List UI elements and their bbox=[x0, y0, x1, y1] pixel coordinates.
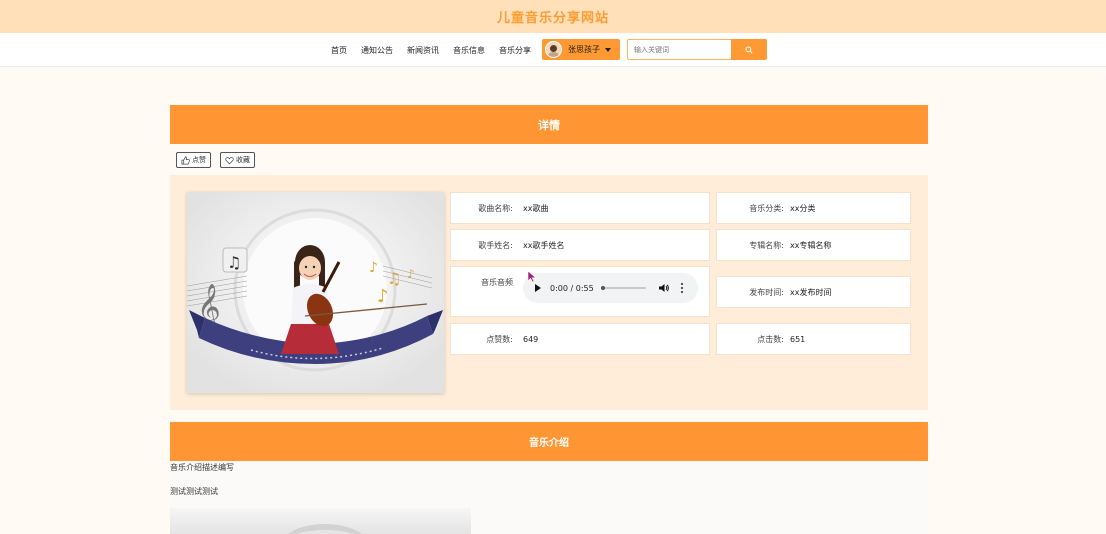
field-song-name: 歌曲名称: xx歌曲 bbox=[450, 192, 710, 224]
field-label: 歌曲名称: bbox=[478, 203, 513, 213]
caret-down-icon bbox=[605, 47, 611, 52]
play-icon[interactable] bbox=[535, 284, 541, 292]
search-bar bbox=[627, 39, 767, 60]
field-value: xx歌曲 bbox=[523, 203, 549, 213]
site-header: 儿童音乐分享网站 bbox=[0, 0, 1106, 33]
audio-time: 0:00 / 0:55 bbox=[550, 283, 594, 293]
intro-header: 音乐介绍 bbox=[170, 422, 928, 461]
field-label: 音乐分类: bbox=[749, 203, 784, 213]
field-label: 音乐音频 bbox=[481, 277, 513, 287]
field-label: 歌手姓名: bbox=[478, 240, 513, 250]
svg-text:♫: ♫ bbox=[227, 253, 241, 272]
svg-text:♪: ♪ bbox=[377, 286, 389, 307]
svg-text:♪: ♪ bbox=[369, 260, 378, 276]
nav-item-home[interactable]: 首页 bbox=[331, 45, 347, 56]
audio-player[interactable]: 0:00 / 0:55 bbox=[523, 273, 698, 303]
field-album: 专辑名称: xx专辑名称 bbox=[716, 229, 911, 261]
site-title: 儿童音乐分享网站 bbox=[496, 11, 609, 26]
audio-progress-slider[interactable] bbox=[601, 286, 646, 290]
nav-item-notices[interactable]: 通知公告 bbox=[361, 45, 393, 56]
info-panel: 𝄞 ♫ ♪ ♫ ♪ ♪ bbox=[170, 175, 928, 410]
user-menu-button[interactable]: 张思孩子 bbox=[542, 39, 620, 60]
field-label: 专辑名称: bbox=[749, 240, 784, 250]
girl-violin-illustration: 𝄞 ♫ ♪ ♫ ♪ ♪ bbox=[187, 192, 444, 393]
field-singer: 歌手姓名: xx歌手姓名 bbox=[450, 229, 710, 261]
field-label: 点赞数: bbox=[486, 334, 513, 344]
field-label: 点击数: bbox=[757, 334, 784, 344]
svg-text:♪: ♪ bbox=[407, 267, 415, 281]
field-category: 音乐分类: xx分类 bbox=[716, 192, 911, 224]
nav-menu: 首页 通知公告 新闻资讯 音乐信息 音乐分享 bbox=[324, 33, 538, 67]
field-label: 发布时间: bbox=[749, 287, 784, 297]
cursor-icon bbox=[527, 270, 537, 283]
nav-item-music-info[interactable]: 音乐信息 bbox=[453, 45, 485, 56]
cover-image: 𝄞 ♫ ♪ ♫ ♪ ♪ bbox=[187, 192, 444, 393]
favorite-label: 收藏 bbox=[236, 156, 250, 164]
volume-icon[interactable] bbox=[658, 282, 670, 294]
field-likes: 点赞数: 649 bbox=[450, 323, 710, 355]
like-label: 点赞 bbox=[192, 156, 206, 164]
user-name: 张思孩子 bbox=[568, 45, 600, 54]
more-options-icon[interactable] bbox=[681, 282, 684, 294]
avatar bbox=[545, 41, 562, 58]
field-value: xx歌手姓名 bbox=[523, 240, 565, 250]
intro-image bbox=[170, 508, 471, 534]
nav-item-news[interactable]: 新闻资讯 bbox=[407, 45, 439, 56]
field-value: xx专辑名称 bbox=[790, 240, 832, 250]
field-value: xx分类 bbox=[790, 203, 816, 213]
nav-item-music-share[interactable]: 音乐分享 bbox=[499, 45, 531, 56]
navbar: 首页 通知公告 新闻资讯 音乐信息 音乐分享 张思孩子 bbox=[0, 33, 1106, 67]
favorite-button[interactable]: 收藏 bbox=[220, 152, 255, 168]
field-clicks: 点击数: 651 bbox=[716, 323, 911, 355]
field-value: 651 bbox=[790, 334, 806, 344]
field-release-time: 发布时间: xx发布时间 bbox=[716, 276, 911, 308]
field-value: 649 bbox=[523, 334, 539, 344]
heart-icon bbox=[225, 156, 234, 164]
thumbs-up-icon bbox=[181, 156, 190, 164]
search-input[interactable] bbox=[627, 39, 731, 60]
intro-line: 测试测试测试 bbox=[170, 487, 218, 496]
search-icon bbox=[745, 45, 753, 54]
search-button[interactable] bbox=[731, 39, 767, 60]
intro-body: 音乐介绍描述编写 测试测试测试 bbox=[170, 461, 928, 534]
intro-line: 音乐介绍描述编写 bbox=[170, 463, 234, 472]
field-value: xx发布时间 bbox=[790, 287, 832, 297]
like-button[interactable]: 点赞 bbox=[176, 152, 211, 168]
field-audio: 音乐音频 0:00 / 0:55 bbox=[450, 266, 710, 317]
detail-header: 详情 bbox=[170, 105, 928, 144]
